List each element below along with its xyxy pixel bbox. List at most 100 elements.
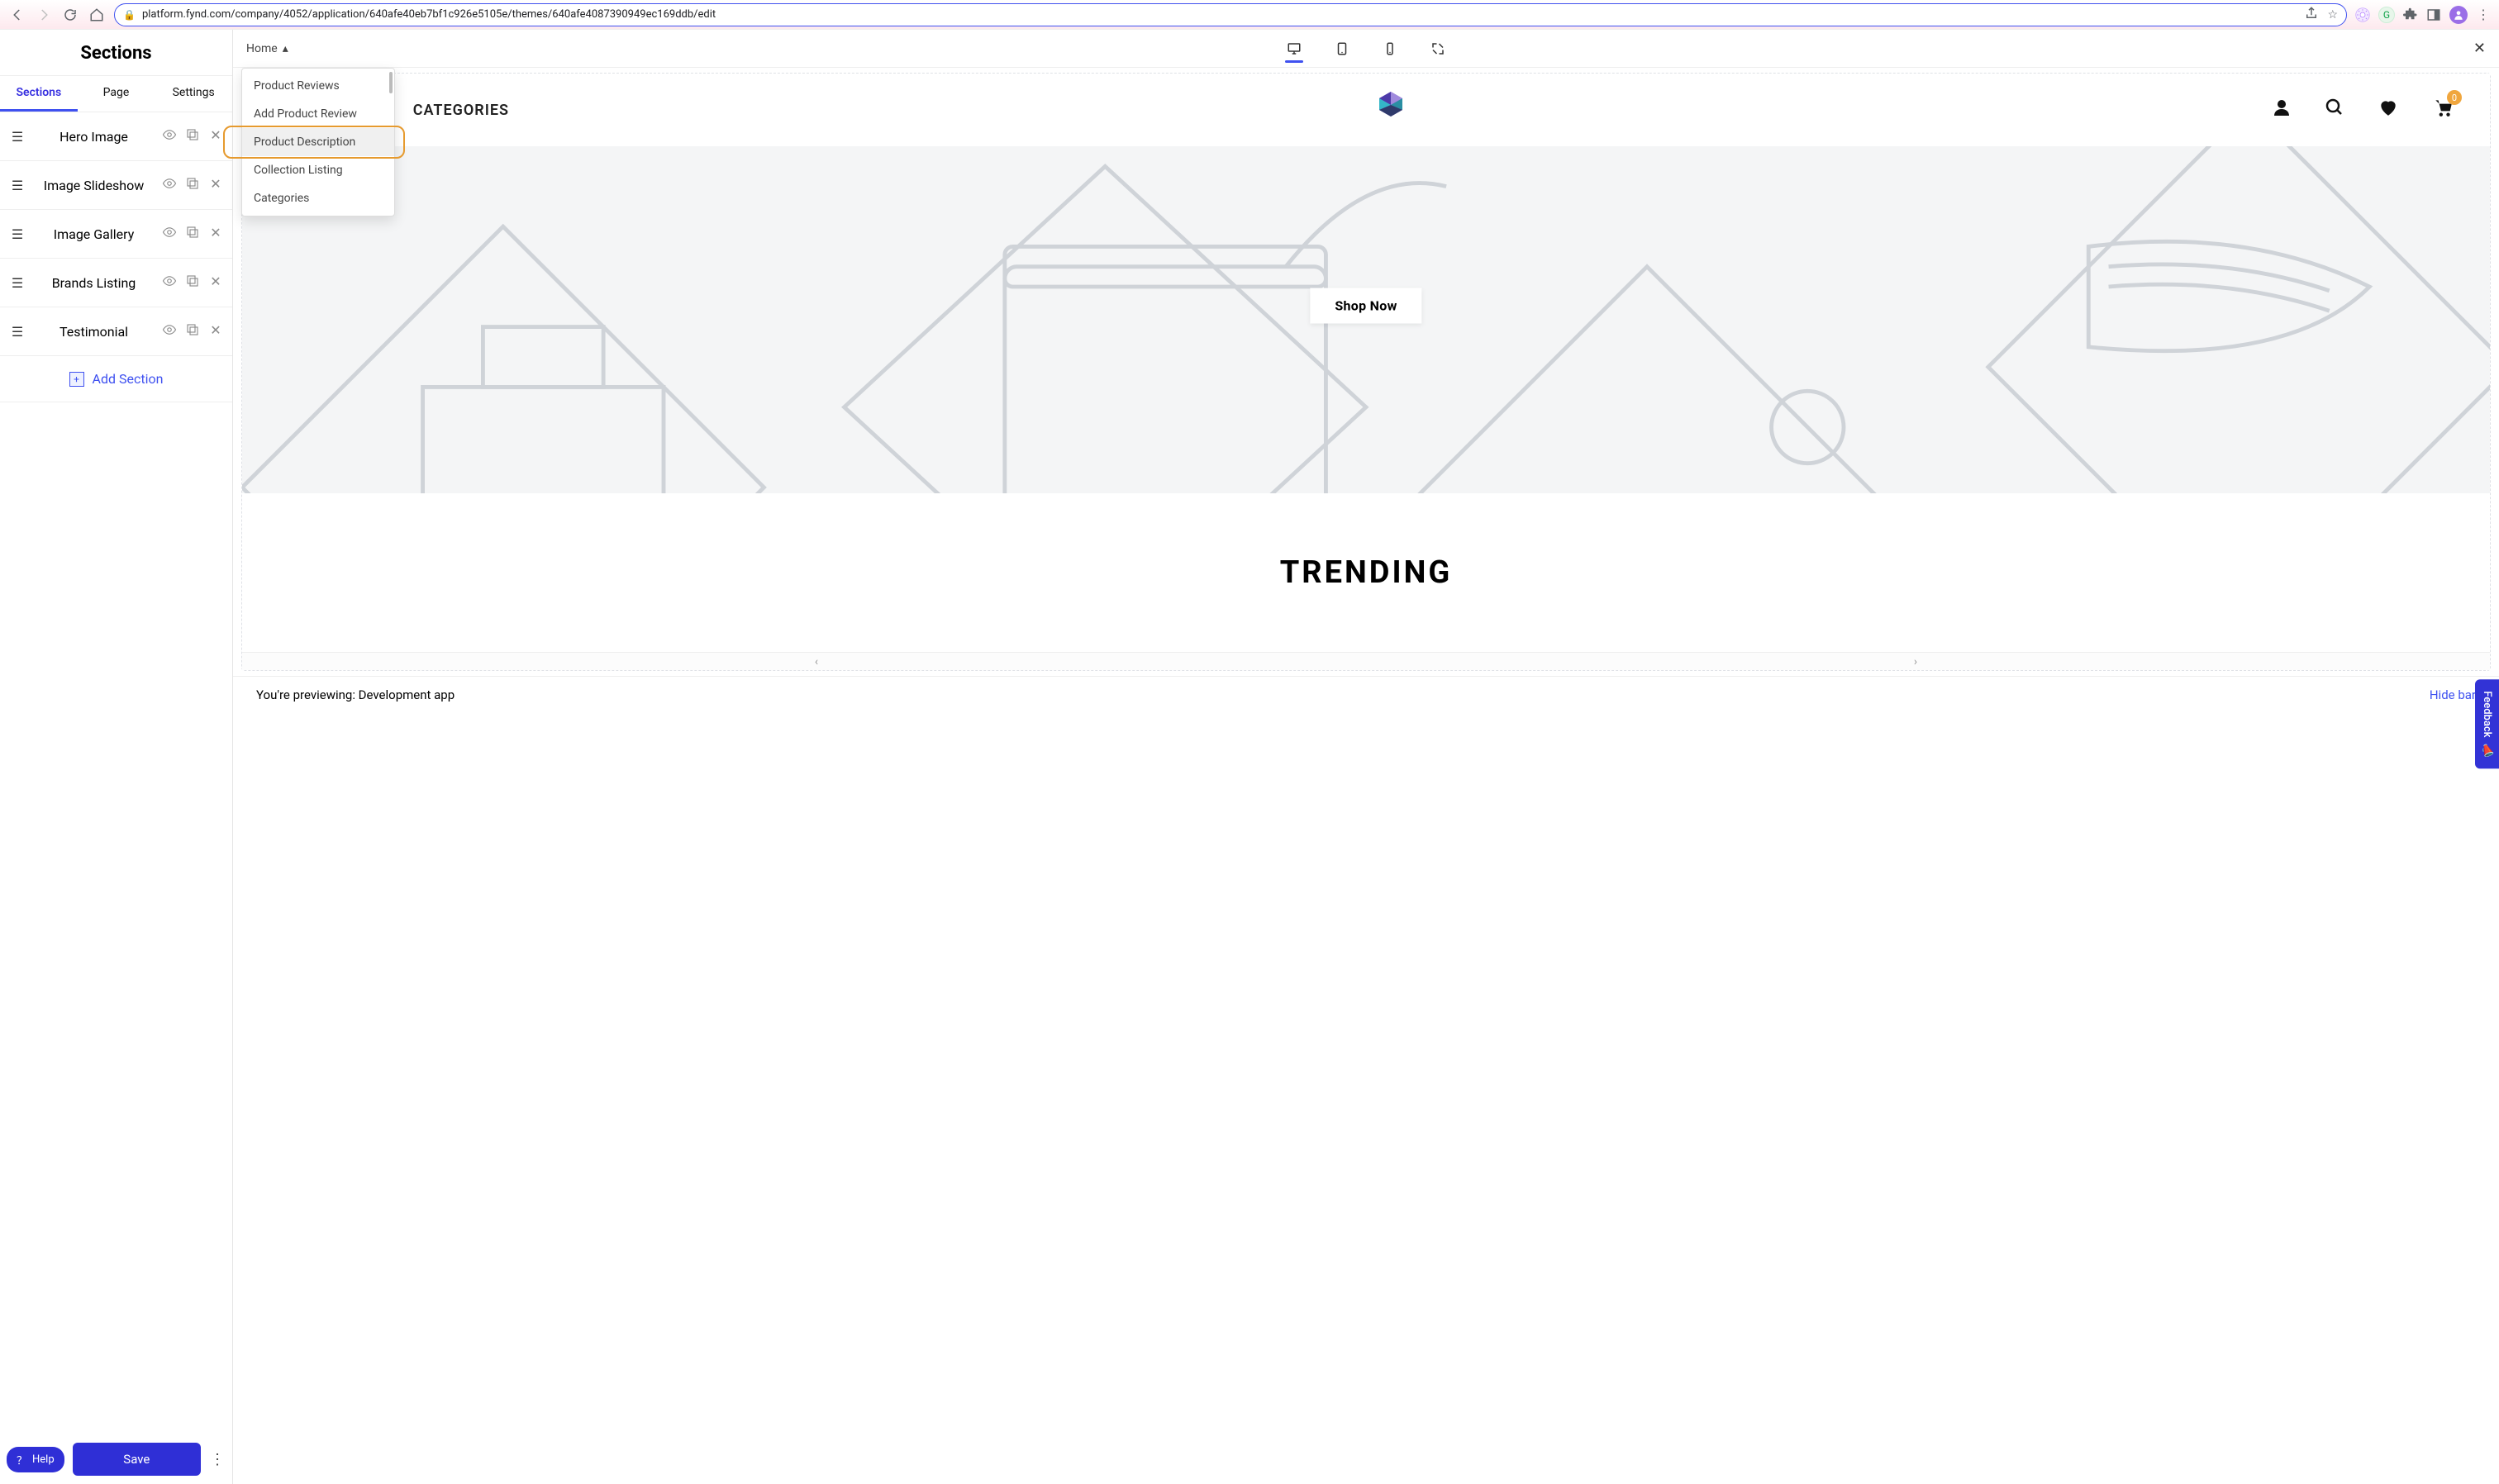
page-selector[interactable]: Home ▴ [246, 42, 288, 55]
tab-page[interactable]: Page [78, 76, 155, 112]
arrow-right-icon [36, 7, 51, 22]
duplicate-icon[interactable] [184, 273, 201, 292]
browser-back-button[interactable] [8, 6, 26, 24]
extension-gear-icon[interactable] [2355, 7, 2370, 22]
section-item-label: Image Slideshow [35, 178, 153, 193]
drag-handle-icon[interactable]: ☰ [8, 178, 26, 193]
address-bar[interactable]: 🔒 platform.fynd.com/company/4052/applica… [114, 3, 2347, 26]
main-panel: Home ▴ ✕ Produc [233, 30, 2499, 1484]
preview-status-bar: You're previewing: Development app Hide … [233, 676, 2499, 712]
help-button[interactable]: ？ Help [7, 1447, 64, 1472]
wishlist-icon[interactable] [2378, 97, 2399, 123]
browser-reload-button[interactable] [61, 6, 79, 24]
page-option-add-product-review[interactable]: Add Product Review [242, 100, 394, 128]
delete-icon[interactable]: ✕ [207, 127, 224, 145]
add-section-label: Add Section [93, 371, 164, 387]
browser-extensions: G ⋮ [2355, 6, 2491, 24]
profile-avatar[interactable] [2449, 6, 2468, 24]
section-item-hero-image[interactable]: ☰ Hero Image ✕ [0, 112, 232, 161]
duplicate-icon[interactable] [184, 127, 201, 145]
visibility-icon[interactable] [161, 322, 178, 340]
sidebar-footer: ？ Help Save ⋮ [0, 1434, 232, 1484]
lock-icon: 🔒 [123, 9, 136, 21]
delete-icon[interactable]: ✕ [207, 176, 224, 194]
preview-viewport[interactable]: COLLECTIONS CATEGORIES [233, 68, 2499, 1484]
page-selector-label: Home [246, 42, 278, 55]
section-item-brands-listing[interactable]: ☰ Brands Listing ✕ [0, 259, 232, 307]
more-menu-button[interactable]: ⋮ [209, 1451, 226, 1468]
drag-handle-icon[interactable]: ☰ [8, 129, 26, 145]
visibility-icon[interactable] [161, 225, 178, 243]
duplicate-icon[interactable] [184, 322, 201, 340]
star-icon[interactable]: ☆ [2327, 8, 2338, 21]
page-option-product-description[interactable]: Product Description [242, 128, 394, 156]
visibility-icon[interactable] [161, 127, 178, 145]
browser-menu-icon[interactable]: ⋮ [2476, 7, 2491, 22]
nav-categories[interactable]: CATEGORIES [413, 102, 509, 119]
delete-icon[interactable]: ✕ [207, 225, 224, 243]
page-option-categories[interactable]: Categories [242, 184, 394, 212]
hero-cta-button[interactable]: Shop Now [1310, 288, 1421, 324]
dropdown-scrollbar[interactable] [389, 72, 393, 93]
section-item-label: Testimonial [35, 324, 153, 340]
preview-status-text: You're previewing: Development app [256, 687, 455, 702]
sidebar: Sections Sections Page Settings ☰ Hero I… [0, 30, 233, 1484]
search-icon[interactable] [2325, 98, 2344, 122]
tab-sections[interactable]: Sections [0, 76, 78, 112]
device-toggle-group [1285, 40, 1447, 58]
browser-forward-button[interactable] [35, 6, 53, 24]
feedback-tab[interactable]: Feedback 📣 [2475, 679, 2499, 768]
page-dropdown: Product Reviews Add Product Review Produ… [241, 68, 395, 216]
tab-settings[interactable]: Settings [155, 76, 232, 112]
grammarly-icon[interactable]: G [2378, 7, 2395, 23]
page-option-collection-listing[interactable]: Collection Listing [242, 156, 394, 184]
visibility-icon[interactable] [161, 273, 178, 292]
carousel-strip[interactable] [242, 652, 2490, 670]
account-icon[interactable] [2272, 98, 2292, 122]
duplicate-icon[interactable] [184, 176, 201, 194]
delete-icon[interactable]: ✕ [207, 273, 224, 292]
delete-icon[interactable]: ✕ [207, 322, 224, 340]
device-fullscreen[interactable] [1429, 40, 1447, 58]
trending-section: TRENDING [242, 498, 2490, 647]
drag-handle-icon[interactable]: ☰ [8, 324, 26, 340]
close-editor-button[interactable]: ✕ [2473, 40, 2486, 57]
device-desktop[interactable] [1285, 40, 1303, 58]
store-logo[interactable] [509, 88, 2272, 131]
megaphone-icon: 📣 [2480, 744, 2493, 758]
panel-icon[interactable] [2426, 7, 2441, 22]
section-item-label: Image Gallery [35, 226, 153, 242]
save-label: Save [123, 1452, 150, 1467]
address-url: platform.fynd.com/company/4052/applicati… [142, 8, 2297, 21]
sidebar-title: Sections [0, 30, 232, 75]
hero-section: Shop Now [242, 146, 2490, 493]
section-item-label: Brands Listing [35, 275, 153, 291]
section-item-testimonial[interactable]: ☰ Testimonial ✕ [0, 307, 232, 356]
share-icon[interactable] [2304, 6, 2319, 24]
save-button[interactable]: Save [73, 1443, 201, 1476]
section-item-image-gallery[interactable]: ☰ Image Gallery ✕ [0, 210, 232, 259]
help-label: Help [32, 1453, 55, 1466]
hide-bar-button[interactable]: Hide bar [2430, 687, 2476, 702]
page-option-product-reviews[interactable]: Product Reviews [242, 72, 394, 100]
browser-chrome: 🔒 platform.fynd.com/company/4052/applica… [0, 0, 2499, 30]
browser-home-button[interactable] [88, 6, 106, 24]
duplicate-icon[interactable] [184, 225, 201, 243]
section-item-image-slideshow[interactable]: ☰ Image Slideshow ✕ [0, 161, 232, 210]
sidebar-tabs: Sections Page Settings [0, 75, 232, 112]
home-icon [89, 7, 104, 22]
device-mobile[interactable] [1381, 40, 1399, 58]
cart-button[interactable]: 0 [2432, 97, 2454, 123]
puzzle-icon[interactable] [2403, 7, 2418, 22]
logo-icon [1368, 88, 1414, 131]
add-section-button[interactable]: + Add Section [0, 356, 232, 402]
visibility-icon[interactable] [161, 176, 178, 194]
cart-count-badge: 0 [2447, 90, 2462, 105]
device-tablet[interactable] [1333, 40, 1351, 58]
help-icon: ？ [17, 1452, 27, 1467]
address-actions: ☆ [2304, 6, 2338, 24]
drag-handle-icon[interactable]: ☰ [8, 226, 26, 242]
feedback-label: Feedback [2481, 691, 2493, 737]
drag-handle-icon[interactable]: ☰ [8, 275, 26, 291]
topbar: Home ▴ ✕ [233, 30, 2499, 68]
